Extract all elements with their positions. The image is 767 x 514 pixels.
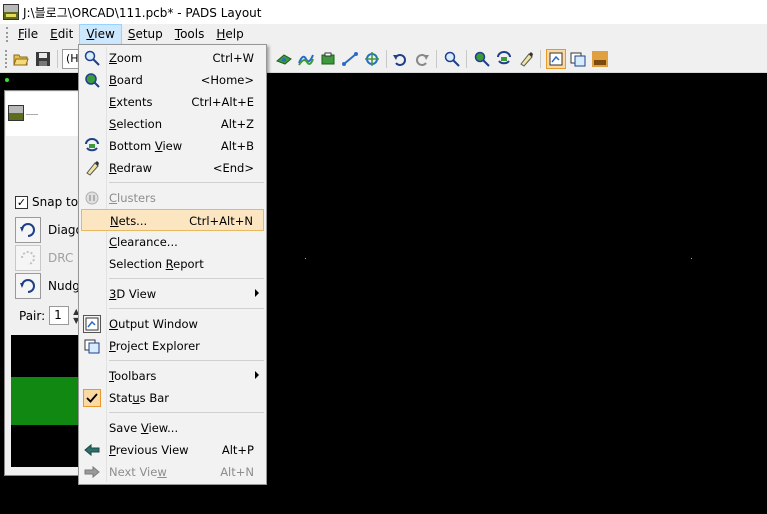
nudge-mode[interactable]: Nudge — [15, 273, 87, 299]
menu-item-zoom[interactable]: Zoom Ctrl+W — [81, 47, 264, 69]
menu-item-project-explorer[interactable]: Project Explorer — [81, 335, 264, 357]
drc-mode[interactable]: DRC ( — [15, 245, 82, 271]
menu-item-toolbars[interactable]: Toolbars — [81, 365, 264, 387]
window-title: J:\블로그\ORCAD\111.pcb* - PADS Layout — [23, 5, 262, 20]
menu-view[interactable]: View — [79, 24, 122, 45]
menu-item-next-view[interactable]: Next View Alt+N — [81, 461, 264, 483]
clusters-icon — [83, 189, 101, 207]
redraw-icon[interactable] — [516, 49, 536, 69]
menu-item-redraw[interactable]: Redraw <End> — [81, 157, 264, 179]
drc-mode-label: DRC ( — [48, 251, 82, 265]
redraw-icon — [83, 159, 101, 177]
menu-item-bottom-view[interactable]: Bottom View Alt+B — [81, 135, 264, 157]
diagonal-mode-icon[interactable] — [15, 217, 41, 243]
zoom-icon — [83, 49, 101, 67]
output-window-icon — [83, 315, 101, 333]
project-explorer-icon — [83, 337, 101, 355]
pair-label: Pair: — [19, 308, 46, 323]
diagonal-mode[interactable]: Diago — [15, 217, 83, 243]
undo-icon[interactable] — [390, 49, 410, 69]
nudge-mode-icon[interactable] — [15, 273, 41, 299]
component-icon[interactable] — [318, 49, 338, 69]
traces-icon[interactable] — [296, 49, 316, 69]
menu-item-selection-report[interactable]: Selection Report — [81, 253, 264, 275]
pair-input[interactable]: 1 — [49, 306, 70, 325]
menu-file[interactable]: File — [12, 24, 44, 45]
project-explorer-icon[interactable] — [568, 49, 588, 69]
menu-separator — [109, 412, 264, 413]
previous-view-icon — [83, 441, 101, 459]
menu-item-clusters[interactable]: Clusters — [81, 187, 264, 209]
submenu-arrow-icon — [255, 371, 259, 379]
layer-preview — [11, 335, 79, 467]
view-menu-dropdown: Zoom Ctrl+W Board <Home> Extents Ctrl+Al… — [78, 44, 267, 485]
menubar-grip[interactable] — [6, 27, 9, 42]
menu-item-output-window[interactable]: Output Window — [81, 313, 264, 335]
bottom-view-icon[interactable] — [494, 49, 514, 69]
submenu-arrow-icon — [255, 289, 259, 297]
redo-icon[interactable] — [412, 49, 432, 69]
pads-logo-icon — [8, 105, 24, 121]
menu-item-extents[interactable]: Extents Ctrl+Alt+E — [81, 91, 264, 113]
toolbar-grip[interactable] — [5, 50, 7, 68]
menu-edit[interactable]: Edit — [44, 24, 79, 45]
open-folder-icon[interactable] — [11, 49, 31, 69]
menu-item-save-view[interactable]: Save View... — [81, 417, 264, 439]
board-icon — [83, 71, 101, 89]
menu-item-board[interactable]: Board <Home> — [81, 69, 264, 91]
bottom-view-icon — [83, 137, 101, 155]
menu-help[interactable]: Help — [210, 24, 249, 45]
zoom-icon[interactable] — [442, 49, 462, 69]
menu-separator — [109, 360, 264, 361]
next-view-icon — [83, 463, 101, 481]
menu-separator — [109, 182, 264, 183]
title-bar: J:\블로그\ORCAD\111.pcb* - PADS Layout — [0, 0, 767, 24]
via-icon[interactable] — [362, 49, 382, 69]
pair-row: Pair: 1 ▲ ▼ — [19, 306, 79, 325]
line-icon[interactable] — [340, 49, 360, 69]
output-window-icon[interactable] — [546, 49, 566, 69]
check-icon — [83, 389, 101, 407]
menu-item-3d-view[interactable]: 3D View — [81, 283, 264, 305]
design-toolbar-panel: ✓ Snap to D Diago DRC ( Nudge Pair: 1 ▲ … — [4, 90, 91, 476]
drc-mode-icon[interactable] — [15, 245, 41, 271]
save-icon[interactable] — [33, 49, 53, 69]
snap-checkbox[interactable]: ✓ — [15, 195, 28, 209]
menu-setup[interactable]: Setup — [122, 24, 169, 45]
status-indicator — [5, 78, 9, 82]
board-view-icon[interactable] — [472, 49, 492, 69]
pads-app-icon[interactable] — [3, 4, 19, 20]
menu-item-status-bar[interactable]: Status Bar — [81, 387, 264, 409]
menu-tools[interactable]: Tools — [169, 24, 211, 45]
menu-separator — [109, 308, 264, 309]
menu-item-nets[interactable]: Nets... Ctrl+Alt+N — [81, 209, 264, 231]
menu-item-clearance[interactable]: Clearance... — [81, 231, 264, 253]
panel-header — [6, 92, 84, 136]
menu-item-previous-view[interactable]: Previous View Alt+P — [81, 439, 264, 461]
pads-logo-icon[interactable] — [590, 49, 610, 69]
grid-dot — [691, 258, 692, 259]
menu-item-selection[interactable]: Selection Alt+Z — [81, 113, 264, 135]
menu-bar: File Edit View Setup Tools Help — [0, 24, 767, 45]
route-icon[interactable] — [274, 49, 294, 69]
menu-separator — [109, 278, 264, 279]
grid-dot — [305, 258, 306, 259]
copper-preview — [11, 377, 79, 425]
